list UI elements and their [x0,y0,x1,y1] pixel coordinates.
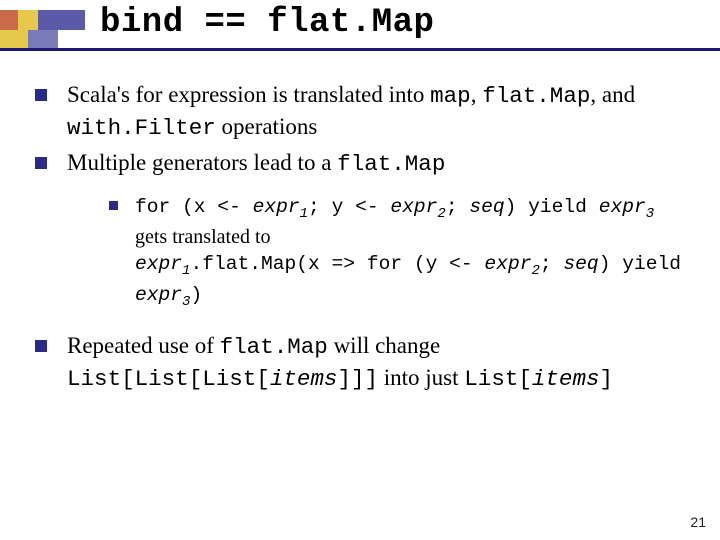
sub-bullet: for (x <- expr1; y <- expr2; seq) yield … [109,193,700,311]
bullet-2: Multiple generators lead to a flat.Map f… [35,148,700,312]
bullet-3: Repeated use of flat.Map will change Lis… [35,331,700,395]
slide-corner-decoration [0,10,95,60]
title-underline [0,48,720,51]
slide-body: Scala's for expression is translated int… [35,80,700,399]
slide-title: bind == flat.Map [100,4,434,42]
bullet-1: Scala's for expression is translated int… [35,80,700,144]
page-number: 21 [690,514,706,530]
